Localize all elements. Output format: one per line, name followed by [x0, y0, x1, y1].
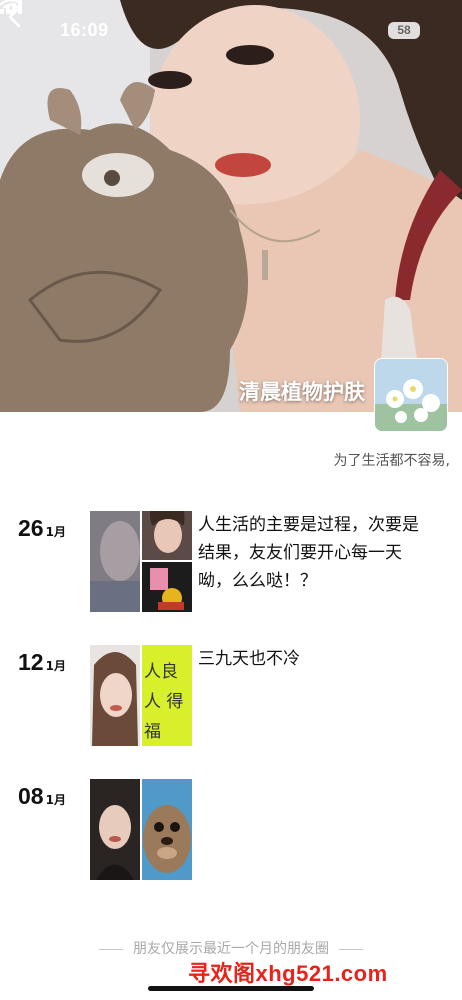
- divider: [99, 948, 123, 950]
- cover-illustration: [0, 0, 462, 412]
- blurred-face-image: [90, 511, 140, 612]
- battery-icon: 58: [388, 22, 420, 39]
- post-thumbnails: [90, 779, 192, 880]
- post-thumbnails: [90, 511, 192, 612]
- post-date: 08 1月: [18, 783, 66, 810]
- woman-selfie-image: [142, 511, 192, 560]
- home-indicator[interactable]: [148, 986, 314, 991]
- post-date: 26 1月: [18, 515, 66, 542]
- status-bar: 16:09 58: [0, 0, 462, 60]
- woman-portrait-image: [90, 645, 140, 746]
- seal-pup-image: [142, 779, 192, 880]
- post-month: 1月: [45, 659, 66, 673]
- footer-note: 朋友仅展示最近一个月的朋友圈: [0, 938, 462, 958]
- post-text[interactable]: 三九天也不冷: [198, 645, 430, 673]
- post-thumbnail[interactable]: [142, 779, 192, 880]
- cartoon-sticker-image: [142, 562, 192, 612]
- post-thumbnail[interactable]: [142, 511, 192, 560]
- post-day: 08: [18, 783, 44, 809]
- post-thumbnail[interactable]: [90, 511, 140, 612]
- profile-signature: 为了生活都不容易,: [333, 453, 450, 469]
- post-day: 12: [18, 649, 44, 675]
- post-text[interactable]: 人生活的主要是过程，次要是结果，友友们要开心每一天呦，么么哒！？: [198, 511, 430, 595]
- cover-photo[interactable]: 16:09 58: [0, 0, 462, 412]
- post-thumbnail[interactable]: [90, 779, 140, 880]
- status-time: 16:09: [60, 20, 109, 40]
- post-thumbnail[interactable]: 人良人 得福: [142, 645, 192, 746]
- post-month: 1月: [45, 793, 66, 807]
- footer-note-text: 朋友仅展示最近一个月的朋友圈: [133, 941, 329, 957]
- divider: [339, 948, 363, 950]
- post-date: 12 1月: [18, 649, 66, 676]
- post-month: 1月: [45, 525, 66, 539]
- watermark: 寻欢阁xhg521.com: [188, 961, 388, 986]
- woman-portrait-image: [90, 779, 140, 880]
- post-thumbnail[interactable]: [90, 645, 140, 746]
- post-thumbnails: 人良人 得福: [90, 645, 192, 746]
- post-day: 26: [18, 515, 44, 541]
- avatar-image: [375, 359, 447, 431]
- avatar[interactable]: [374, 358, 448, 432]
- back-button[interactable]: [0, 0, 30, 34]
- post-thumbnail[interactable]: [142, 562, 192, 612]
- calligraphy-text: 人良人 得福: [144, 662, 184, 742]
- profile-name[interactable]: 清晨植物护肤: [239, 376, 365, 406]
